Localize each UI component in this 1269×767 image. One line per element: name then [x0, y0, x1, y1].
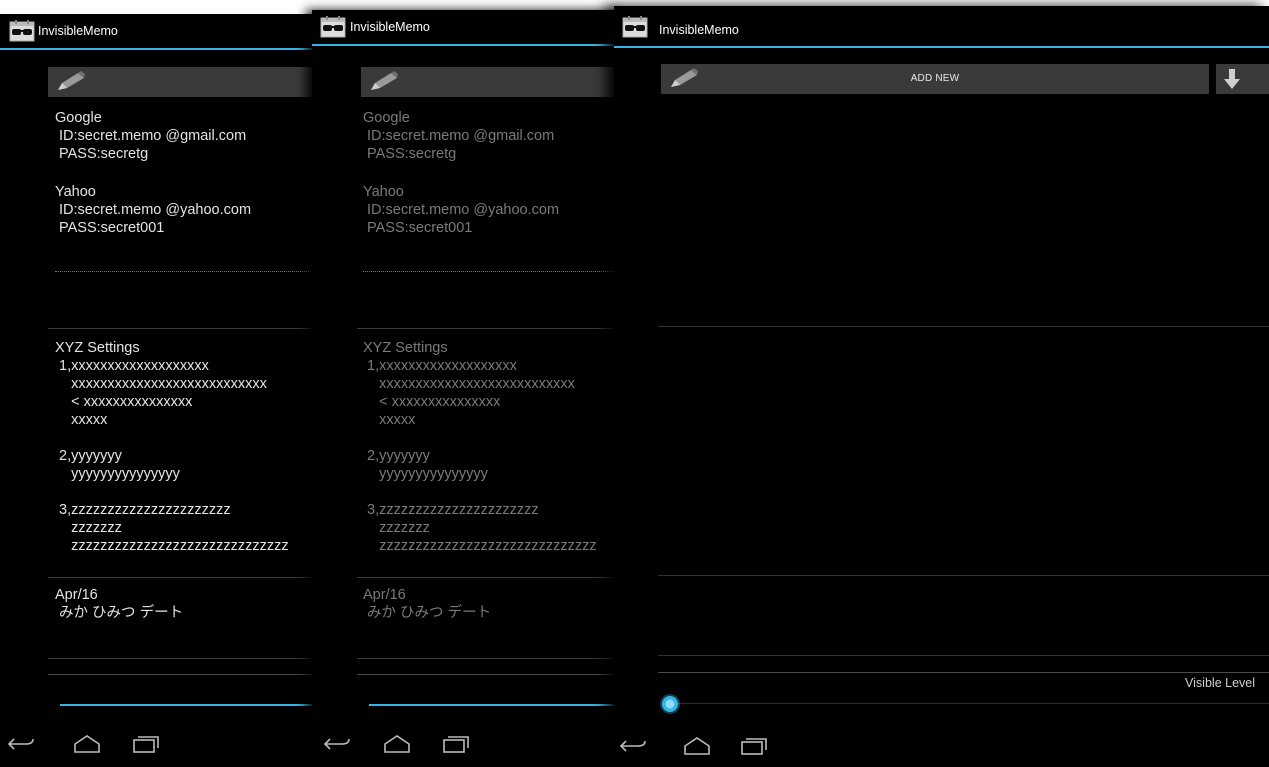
divider: [357, 658, 622, 659]
pencil-icon: [54, 69, 88, 95]
app-title: InvisibleMemo: [350, 20, 430, 34]
divider: [658, 672, 1269, 673]
divider: [357, 577, 622, 578]
nav-bar: [312, 723, 622, 767]
memo-item[interactable]: Yahoo ID:secret.memo @yahoo.com PASS:sec…: [363, 183, 622, 237]
app-title: InvisibleMemo: [38, 24, 118, 38]
divider: [357, 328, 622, 329]
recent-apps-icon[interactable]: [738, 735, 768, 757]
memo-body: ID:secret.memo @yahoo.com PASS:secret001: [367, 202, 560, 236]
memo-title: Google: [55, 110, 102, 126]
divider: [48, 658, 315, 659]
memo-title: Yahoo: [55, 184, 96, 200]
divider: [357, 674, 622, 675]
back-icon[interactable]: [618, 735, 648, 757]
sunglasses-icon: [9, 20, 35, 42]
visible-level-thumb[interactable]: [660, 694, 680, 714]
divider: [48, 328, 315, 329]
memo-item[interactable]: XYZ Settings 1,xxxxxxxxxxxxxxxxxxx xxxxx…: [363, 339, 622, 555]
add-new-label: ADD NEW: [910, 73, 960, 84]
visible-level-track[interactable]: [60, 704, 315, 706]
add-memo-bar[interactable]: [361, 67, 622, 97]
recent-apps-icon[interactable]: [130, 733, 160, 755]
memo-item[interactable]: Google ID:secret.memo @gmail.com PASS:se…: [55, 109, 315, 163]
memo-title: XYZ Settings: [55, 340, 140, 356]
memo-title: Yahoo: [363, 184, 404, 200]
visible-level-track[interactable]: [670, 703, 1269, 704]
action-bar: InvisibleMemo: [312, 10, 622, 46]
nav-bar: [614, 723, 1269, 767]
home-icon[interactable]: [72, 733, 102, 755]
action-bar: InvisibleMemo: [0, 14, 315, 50]
home-icon[interactable]: [682, 735, 712, 757]
memo-body: みか ひみつ デート: [363, 605, 492, 621]
memo-item[interactable]: Apr/16 みか ひみつ デート: [55, 586, 315, 622]
divider: [48, 577, 315, 578]
screen-2: InvisibleMemo Google ID:secret.memo @gma…: [312, 10, 622, 767]
divider: [48, 674, 315, 675]
home-icon[interactable]: [382, 733, 412, 755]
memo-body: ID:secret.memo @gmail.com PASS:secretg: [59, 128, 247, 162]
memo-title: Apr/16: [55, 587, 98, 603]
nav-bar: [0, 723, 315, 767]
memo-item[interactable]: Yahoo ID:secret.memo @yahoo.com PASS:sec…: [55, 183, 315, 237]
memo-item[interactable]: XYZ Settings 1,xxxxxxxxxxxxxxxxxxx xxxxx…: [55, 339, 315, 555]
memo-body: ID:secret.memo @gmail.com PASS:secretg: [367, 128, 555, 162]
memo-title: Apr/16: [363, 587, 406, 603]
memo-body: 1,xxxxxxxxxxxxxxxxxxx xxxxxxxxxxxxxxxxxx…: [59, 358, 289, 554]
memo-body: 1,xxxxxxxxxxxxxxxxxxx xxxxxxxxxxxxxxxxxx…: [367, 358, 597, 554]
visible-level-label: Visible Level: [1185, 676, 1255, 690]
memo-body: みか ひみつ デート: [55, 605, 184, 621]
add-memo-bar[interactable]: [48, 67, 315, 97]
divider: [658, 326, 1269, 327]
memo-item[interactable]: Apr/16 みか ひみつ デート: [363, 586, 622, 622]
memo-body: ID:secret.memo @yahoo.com PASS:secret001: [59, 202, 252, 236]
memo-title: XYZ Settings: [363, 340, 448, 356]
download-button[interactable]: [1216, 64, 1269, 94]
memo-title: Google: [363, 110, 410, 126]
action-bar: InvisibleMemo: [614, 6, 1269, 48]
add-new-button[interactable]: ADD NEW: [661, 64, 1209, 94]
back-icon[interactable]: [6, 733, 36, 755]
recent-apps-icon[interactable]: [440, 733, 470, 755]
dotted-divider: [55, 271, 315, 272]
screen-3: InvisibleMemo ADD NEW Visible Level: [614, 6, 1269, 767]
back-icon[interactable]: [322, 733, 352, 755]
sunglasses-icon: [622, 16, 648, 38]
sunglasses-icon: [320, 16, 346, 38]
memo-item[interactable]: Google ID:secret.memo @gmail.com PASS:se…: [363, 109, 622, 163]
arrow-down-icon: [1222, 66, 1242, 92]
visible-level-track[interactable]: [369, 704, 622, 706]
app-title: InvisibleMemo: [659, 23, 739, 37]
divider: [658, 655, 1269, 656]
pencil-icon: [367, 69, 401, 95]
divider: [658, 575, 1269, 576]
dotted-divider: [363, 271, 622, 272]
screen-1: InvisibleMemo Google ID:secret.memo @gma…: [0, 14, 315, 767]
